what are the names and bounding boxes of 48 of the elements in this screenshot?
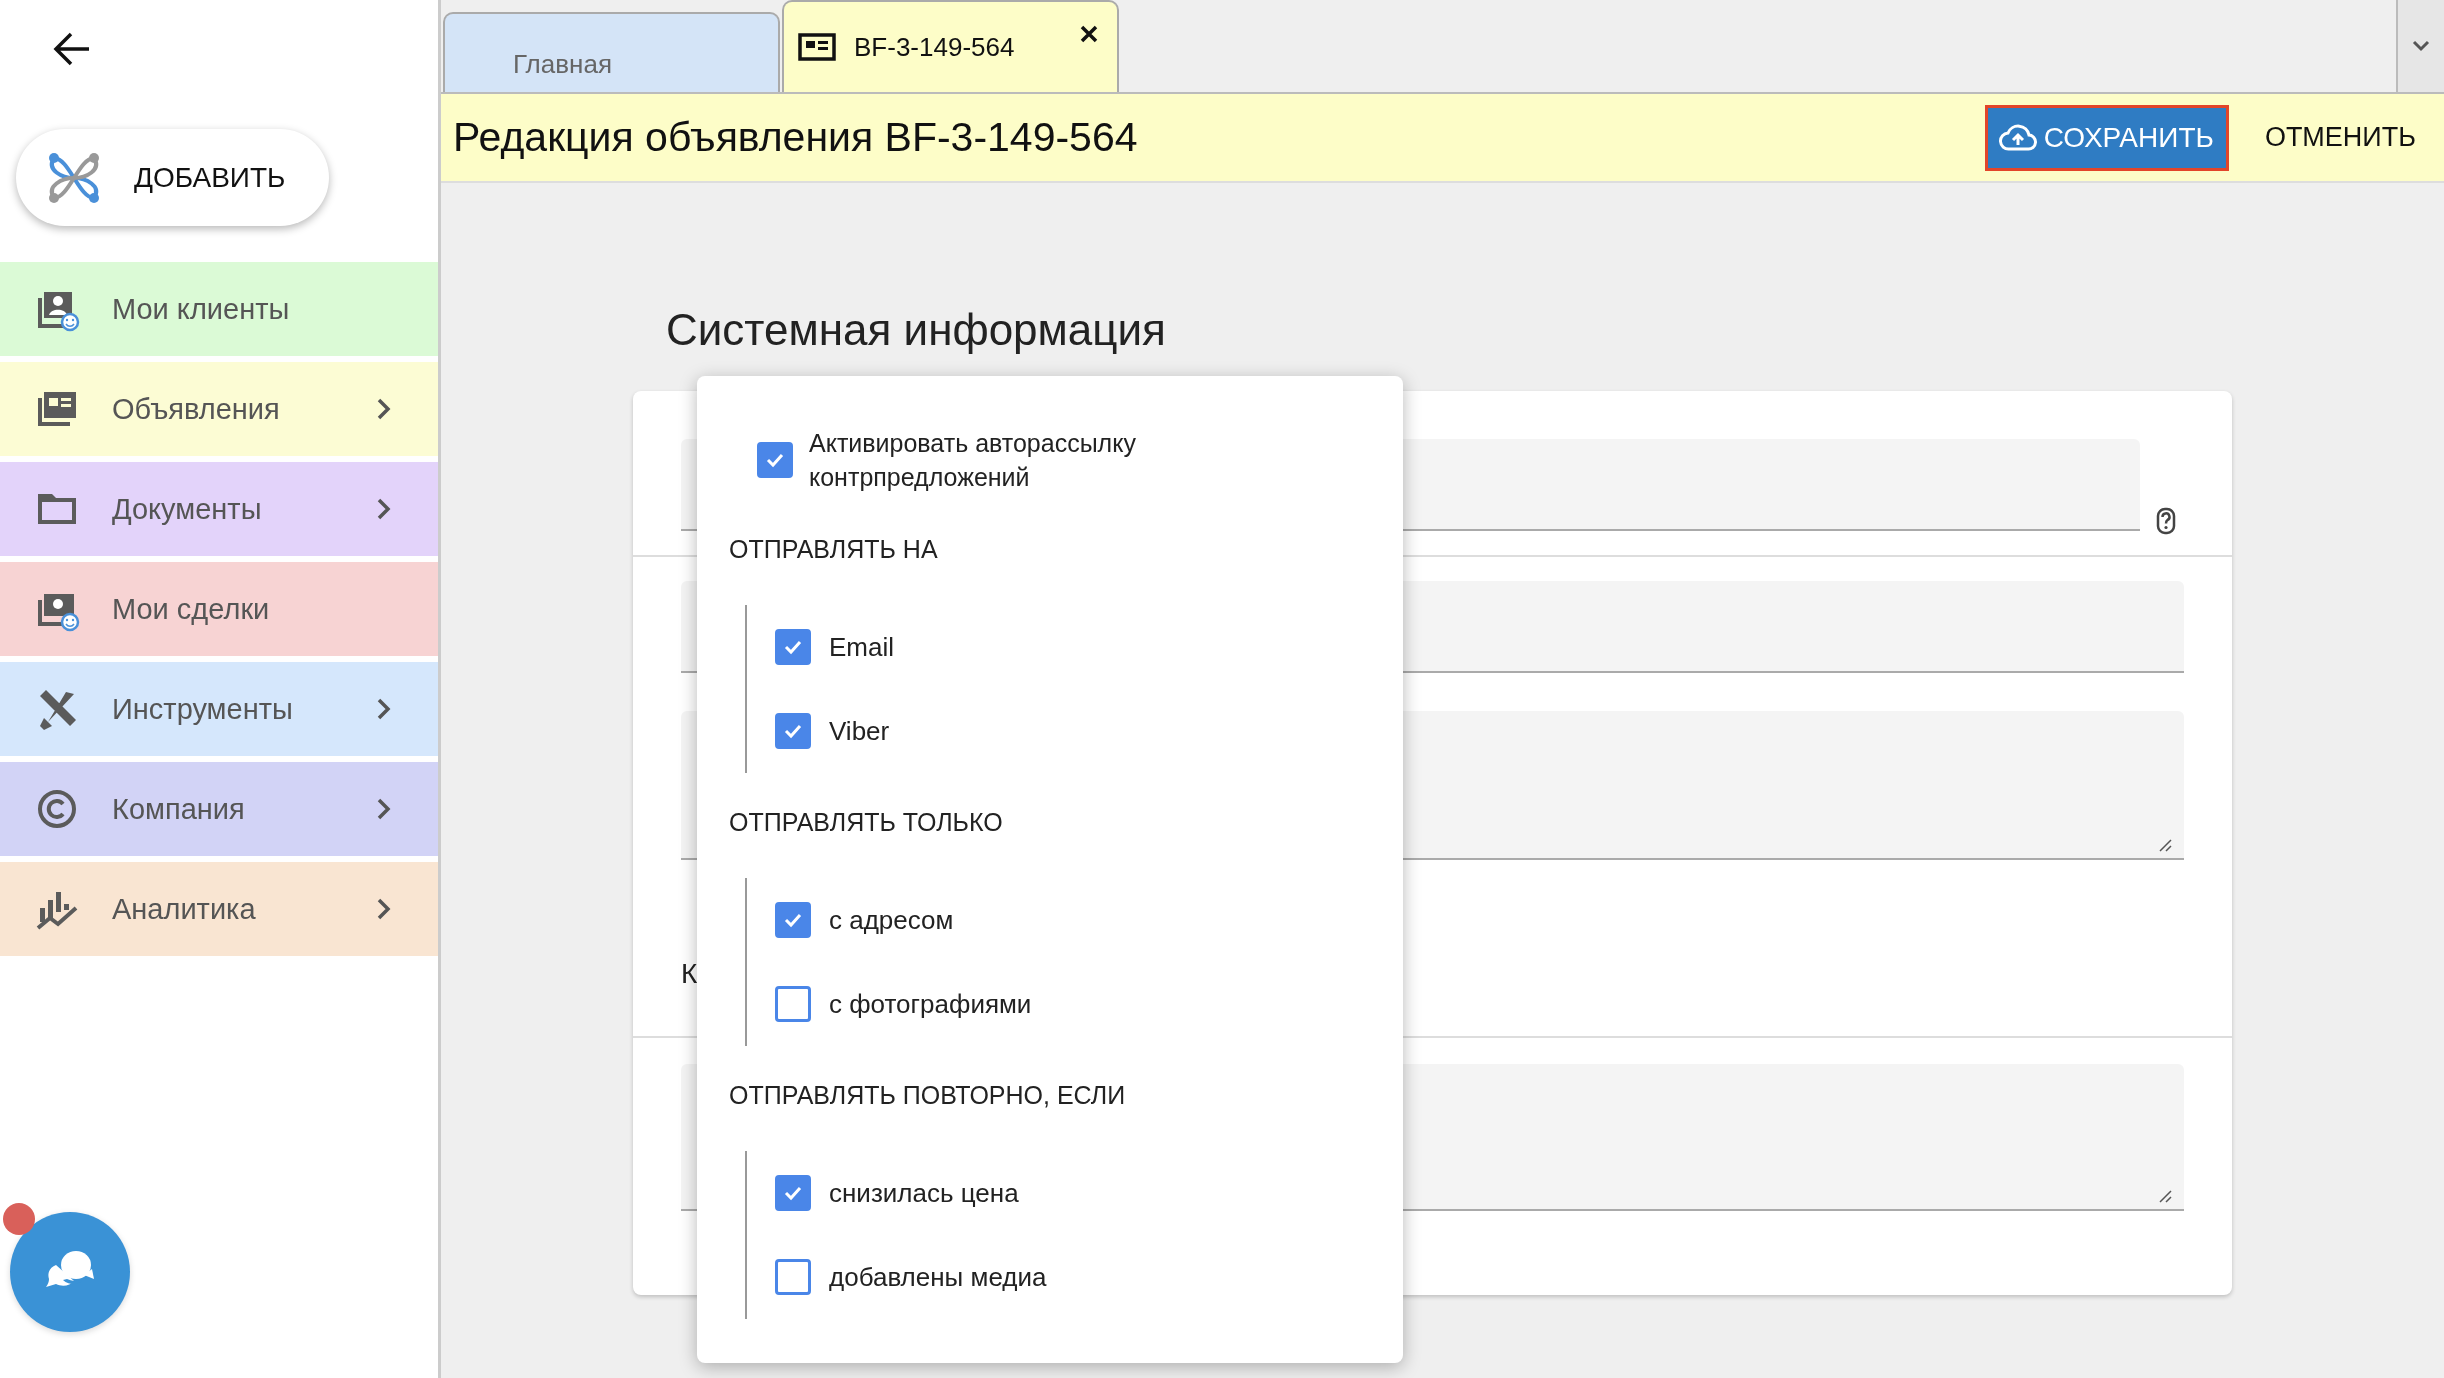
section-title: Системная информация [666, 304, 1167, 356]
field-label: К [681, 958, 699, 990]
tab[interactable]: Главная [443, 12, 780, 92]
sidebar-item[interactable]: Мои сделки [0, 562, 438, 656]
sidebar-item-label: Мои клиенты [112, 292, 291, 326]
resize-grip-icon[interactable] [2158, 838, 2172, 852]
cloud-upload-icon [1997, 123, 2038, 152]
sidebar-item[interactable]: Объявления [0, 362, 438, 456]
card-icon [798, 33, 836, 61]
checkbox-label: с фотографиями [829, 988, 1032, 1020]
tab[interactable]: BF-3-149-564 [782, 0, 1119, 92]
sidebar-item[interactable]: Инструменты [0, 662, 438, 756]
checkbox[interactable] [775, 1175, 811, 1211]
checkbox-label: добавлены медиа [829, 1261, 1047, 1293]
tab-label: BF-3-149-564 [854, 31, 1015, 63]
sidebar-item-label: Объявления [112, 392, 281, 426]
checkbox[interactable] [775, 1259, 811, 1295]
checkbox[interactable] [775, 986, 811, 1022]
sidebar-item-label: Инструменты [112, 692, 294, 726]
sidebar-item[interactable]: Документы [0, 462, 438, 556]
chevron-down-icon [2411, 39, 2431, 53]
checkbox[interactable] [757, 442, 793, 478]
group-heading: ОТПРАВЛЯТЬ ПОВТОРНО, ЕСЛИ [729, 1080, 1127, 1111]
save-button[interactable]: СОХРАНИТЬ [1984, 104, 2229, 171]
resize-grip-icon[interactable] [2158, 1189, 2172, 1203]
sidebar-item[interactable]: Мои клиенты [0, 262, 438, 356]
checkbox-label: Активировать авторассылку контрпредложений [809, 428, 1137, 493]
cancel-button[interactable]: ОТМЕНИТЬ [2248, 122, 2432, 153]
group-heading: ОТПРАВЛЯТЬ НА [729, 534, 939, 565]
checkbox-label: Email [829, 631, 894, 663]
sidebar-item-label: Аналитика [112, 892, 257, 926]
checkbox-label: с адресом [829, 904, 954, 936]
sidebar-item-label: Компания [112, 792, 246, 826]
checkbox-label: снизилась цена [829, 1177, 1019, 1209]
checkbox-label: Viber [829, 715, 890, 747]
sidebar-item-label: Документы [112, 492, 263, 526]
help-icon[interactable] [2156, 507, 2176, 535]
checkbox[interactable] [775, 713, 811, 749]
checkbox[interactable] [775, 629, 811, 665]
group-heading: ОТПРАВЛЯТЬ ТОЛЬКО [729, 807, 1004, 838]
close-icon[interactable] [1079, 24, 1099, 44]
page-title: Редакция объявления BF-3-149-564 [453, 114, 1139, 161]
sidebar-item[interactable]: Компания [0, 762, 438, 856]
tab-label: Главная [513, 48, 612, 80]
add-button[interactable]: ДОБАВИТЬ [16, 129, 329, 226]
checkbox[interactable] [775, 902, 811, 938]
sidebar-item[interactable]: Аналитика [0, 862, 438, 956]
sidebar-item-label: Мои сделки [112, 592, 271, 626]
